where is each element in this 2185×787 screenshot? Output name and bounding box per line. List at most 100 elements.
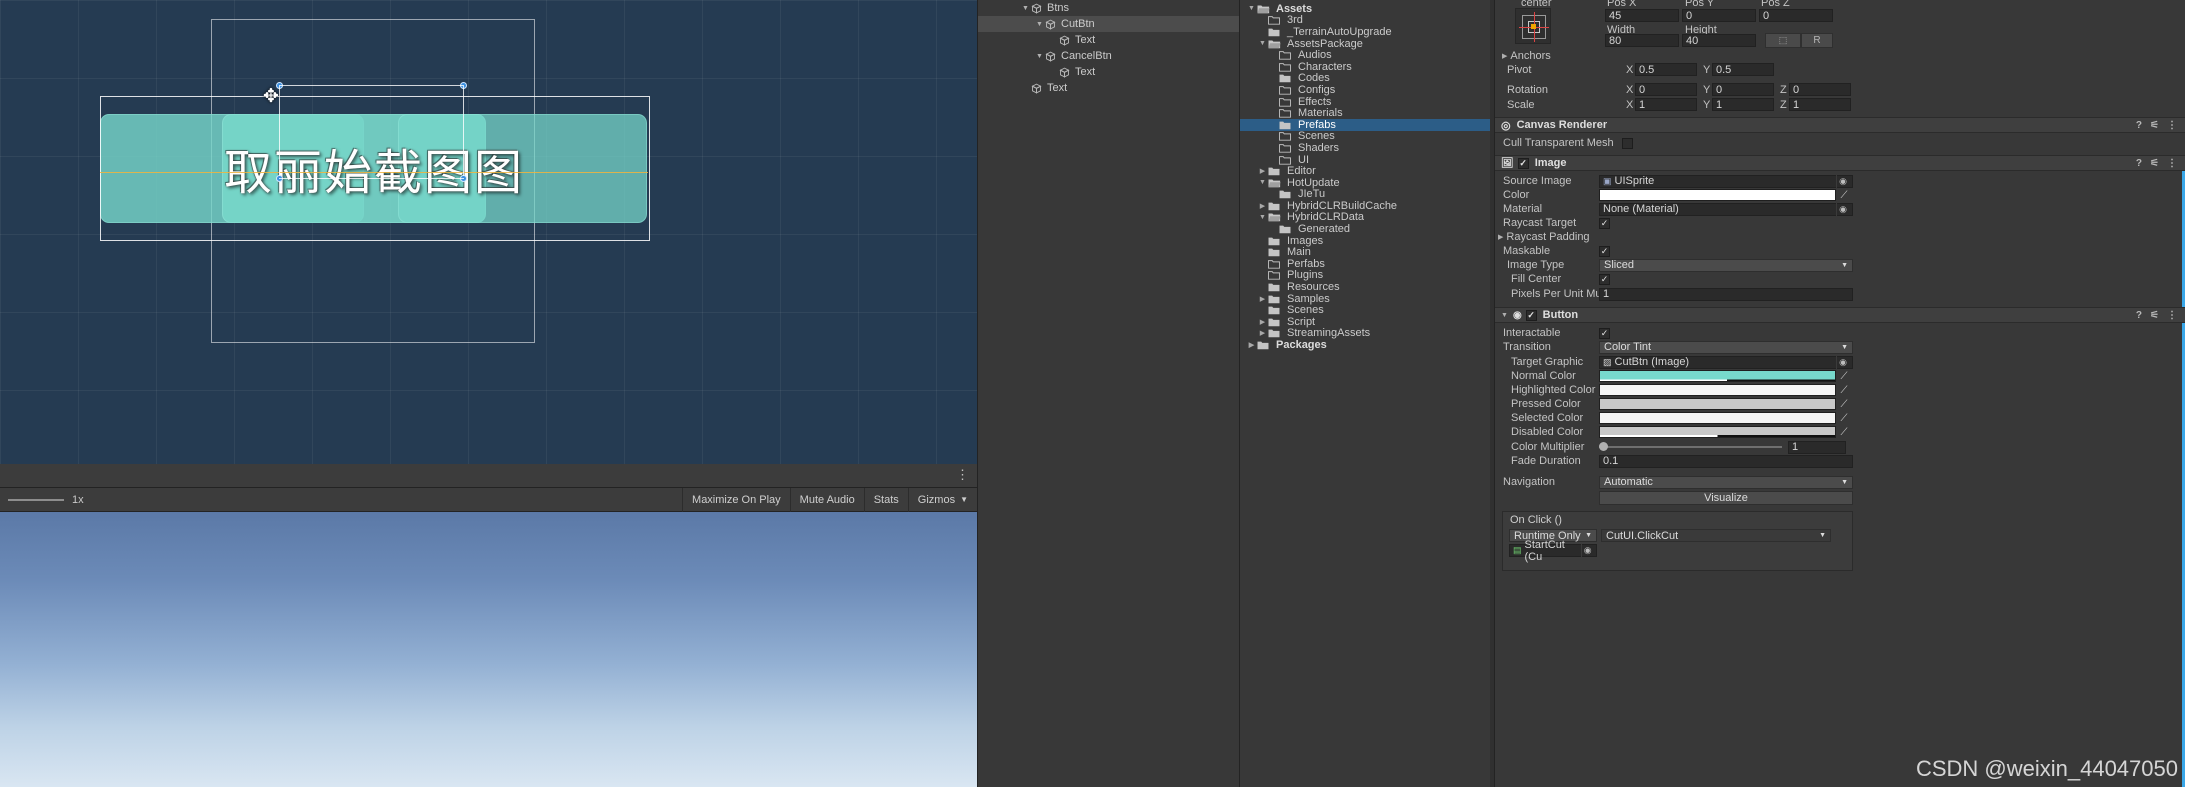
- help-icon[interactable]: ?: [2136, 310, 2142, 321]
- hierarchy-item-text[interactable]: ▼ Text: [978, 64, 1239, 80]
- eyedropper-icon[interactable]: ⟋: [1838, 426, 1850, 438]
- pos-y-input[interactable]: 0: [1682, 9, 1756, 22]
- scale-z-input[interactable]: 1: [1789, 98, 1851, 111]
- object-picker-icon[interactable]: ◉: [1581, 544, 1593, 557]
- button-component-header[interactable]: ▼ ◉ ✓ Button ? ⚟ ⋮: [1495, 307, 2185, 323]
- project-item-generated[interactable]: ▶ Generated: [1240, 223, 1494, 235]
- project-item-images[interactable]: ▶ Images: [1240, 235, 1494, 247]
- scale-y-input[interactable]: 1: [1712, 98, 1774, 111]
- chevron-down-icon[interactable]: ▼: [1257, 214, 1268, 221]
- project-item-effects[interactable]: ▶ Effects: [1240, 96, 1494, 108]
- image-material-field[interactable]: None (Material) ◉: [1599, 202, 1853, 216]
- help-icon[interactable]: ?: [2136, 158, 2142, 169]
- object-picker-icon[interactable]: ◉: [1836, 202, 1849, 216]
- project-item-ui[interactable]: ▶ UI: [1240, 154, 1494, 166]
- kebab-menu-icon[interactable]: ⋮: [2167, 158, 2177, 169]
- gizmos-button[interactable]: Gizmos ▼: [907, 487, 977, 512]
- chevron-right-icon[interactable]: ▶: [1257, 202, 1268, 210]
- hierarchy-item-btns[interactable]: ▼ Btns: [978, 0, 1239, 16]
- kebab-menu-icon[interactable]: ⋮: [956, 468, 969, 481]
- project-item-editor[interactable]: ▶ Editor: [1240, 165, 1494, 177]
- project-item-packages[interactable]: ▶ Packages: [1240, 339, 1494, 351]
- visualize-button[interactable]: Visualize: [1599, 491, 1853, 505]
- image-color-swatch[interactable]: [1599, 189, 1836, 202]
- width-input[interactable]: 80: [1605, 34, 1679, 47]
- project-item-prefabs[interactable]: ▶ Prefabs: [1240, 119, 1494, 131]
- on-click-object-field[interactable]: ▤ StartCut (Cu ◉: [1509, 539, 1597, 563]
- preset-icon[interactable]: ⚟: [2150, 120, 2159, 131]
- project-item-scenes[interactable]: ▶ Scenes: [1240, 130, 1494, 142]
- maximize-on-play-button[interactable]: Maximize On Play: [682, 487, 790, 512]
- eyedropper-icon[interactable]: ⟋: [1838, 370, 1850, 382]
- pos-z-input[interactable]: 0: [1759, 9, 1833, 22]
- kebab-menu-icon[interactable]: ⋮: [2167, 120, 2177, 131]
- project-item-assets[interactable]: ▼ Assets: [1240, 3, 1494, 15]
- chevron-right-icon[interactable]: ▶: [1246, 341, 1257, 349]
- chevron-down-icon[interactable]: ▼: [1257, 40, 1268, 47]
- image-enabled-checkbox[interactable]: ✓: [1517, 157, 1529, 169]
- raycast-padding-foldout[interactable]: ▶ Raycast Padding: [1495, 230, 2185, 245]
- project-item-plugins[interactable]: ▶ Plugins: [1240, 269, 1494, 281]
- project-item-hybridclrdata[interactable]: ▼ HybridCLRData: [1240, 211, 1494, 223]
- pivot-y-input[interactable]: 0.5: [1712, 63, 1774, 76]
- chevron-right-icon[interactable]: ▶: [1257, 329, 1268, 337]
- target-graphic-field[interactable]: ▨ CutBtn (Image) ◉: [1599, 355, 1853, 369]
- height-input[interactable]: 40: [1682, 34, 1756, 47]
- raw-edit-button[interactable]: R: [1801, 33, 1833, 48]
- pivot-x-input[interactable]: 0.5: [1635, 63, 1697, 76]
- project-item-samples[interactable]: ▶ Samples: [1240, 293, 1494, 305]
- project-item-jietu[interactable]: ▶ JIeTu: [1240, 188, 1494, 200]
- selected-color-swatch[interactable]: [1599, 412, 1836, 425]
- fade-duration-input[interactable]: 0.1: [1599, 454, 1853, 468]
- highlighted-color-swatch[interactable]: [1599, 384, 1836, 397]
- chevron-down-icon[interactable]: ▼: [1246, 5, 1257, 12]
- project-item--terrainautoupgrade[interactable]: ▶ _TerrainAutoUpgrade: [1240, 26, 1494, 38]
- chevron-down-icon[interactable]: ▼: [1034, 53, 1045, 60]
- scene-view[interactable]: 取丽始截图图 ✥: [0, 0, 977, 477]
- project-item-hybridclrbuildcache[interactable]: ▶ HybridCLRBuildCache: [1240, 200, 1494, 212]
- eyedropper-icon[interactable]: ⟋: [1838, 398, 1850, 410]
- chevron-right-icon[interactable]: ▶: [1257, 295, 1268, 303]
- game-view-render[interactable]: [0, 512, 977, 787]
- hierarchy-item-text[interactable]: ▼ Text: [978, 32, 1239, 48]
- rotation-y-input[interactable]: 0: [1712, 83, 1774, 96]
- maskable-checkbox[interactable]: ✓: [1599, 245, 1610, 257]
- kebab-menu-icon[interactable]: ⋮: [2167, 310, 2177, 321]
- project-item-materials[interactable]: ▶ Materials: [1240, 107, 1494, 119]
- button-enabled-checkbox[interactable]: ✓: [1525, 309, 1537, 321]
- raycast-target-checkbox[interactable]: ✓: [1599, 217, 1610, 229]
- object-picker-icon[interactable]: ◉: [1836, 174, 1849, 188]
- project-item-scenes[interactable]: ▶ Scenes: [1240, 304, 1494, 316]
- source-image-field[interactable]: ▣ UISprite ◉: [1599, 174, 1853, 188]
- project-item-streamingassets[interactable]: ▶ StreamingAssets: [1240, 327, 1494, 339]
- anchors-foldout[interactable]: ▶ Anchors: [1502, 50, 1551, 62]
- help-icon[interactable]: ?: [2136, 120, 2142, 131]
- interactable-checkbox[interactable]: ✓: [1599, 327, 1610, 339]
- ppu-input[interactable]: 1: [1599, 287, 1853, 301]
- chevron-down-icon[interactable]: ▼: [1257, 179, 1268, 186]
- stats-button[interactable]: Stats: [863, 487, 908, 512]
- on-click-function-dropdown[interactable]: CutUI.ClickCut ▼: [1601, 529, 1831, 542]
- project-item-characters[interactable]: ▶ Characters: [1240, 61, 1494, 73]
- project-item-3rd[interactable]: ▶ 3rd: [1240, 14, 1494, 26]
- disabled-color-swatch[interactable]: [1599, 426, 1836, 439]
- project-item-assetspackage[interactable]: ▼ AssetsPackage: [1240, 38, 1494, 50]
- color-multiplier-input[interactable]: 1: [1788, 440, 1846, 454]
- project-item-codes[interactable]: ▶ Codes: [1240, 72, 1494, 84]
- project-item-perfabs[interactable]: ▶ Perfabs: [1240, 258, 1494, 270]
- color-multiplier-slider[interactable]: [1599, 442, 1782, 452]
- chevron-down-icon[interactable]: ▼: [1020, 5, 1031, 12]
- hierarchy-item-cutbtn[interactable]: ▼ CutBtn: [978, 16, 1239, 32]
- transition-dropdown[interactable]: Color Tint ▼: [1599, 340, 1853, 354]
- mute-audio-button[interactable]: Mute Audio: [789, 487, 864, 512]
- eyedropper-icon[interactable]: ⟋: [1838, 189, 1850, 201]
- project-item-main[interactable]: ▶ Main: [1240, 246, 1494, 258]
- zoom-slider[interactable]: [8, 498, 64, 501]
- navigation-dropdown[interactable]: Automatic ▼: [1599, 475, 1853, 489]
- canvas-renderer-header[interactable]: ◎ Canvas Renderer ? ⚟ ⋮: [1495, 117, 2185, 133]
- preset-icon[interactable]: ⚟: [2150, 158, 2159, 169]
- preset-icon[interactable]: ⚟: [2150, 310, 2159, 321]
- project-item-audios[interactable]: ▶ Audios: [1240, 49, 1494, 61]
- pos-x-input[interactable]: 45: [1605, 9, 1679, 22]
- cull-transparent-mesh-checkbox[interactable]: [1621, 137, 1633, 149]
